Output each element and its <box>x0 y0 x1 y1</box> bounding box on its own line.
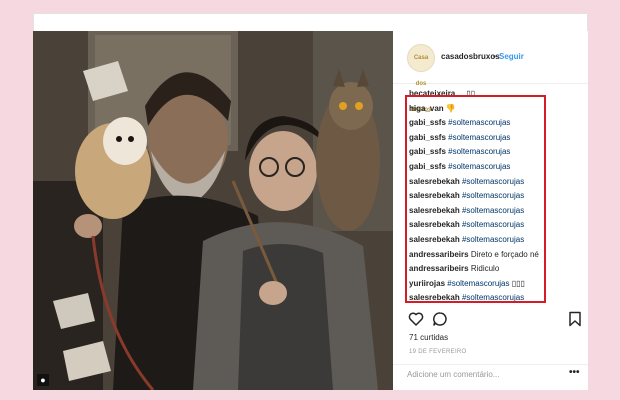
header-separator: • <box>493 52 496 61</box>
follow-button[interactable]: Seguir <box>499 52 524 61</box>
heart-icon[interactable] <box>408 311 424 327</box>
add-comment-input[interactable] <box>407 370 557 379</box>
post-date: 19 DE FEVEREIRO <box>409 349 467 355</box>
post-photo-illustration <box>33 31 393 390</box>
user-tag-icon[interactable]: ● <box>37 374 49 386</box>
more-options-button[interactable]: ••• <box>569 367 580 378</box>
bookmark-icon[interactable] <box>567 311 583 327</box>
comment-bubble-icon[interactable] <box>432 311 448 327</box>
post-username[interactable]: casadosbruxos <box>441 52 500 61</box>
action-bar <box>393 311 588 331</box>
post-header: Casa dos Bruxos casadosbruxos • Seguir <box>393 31 588 113</box>
highlight-annotation-box <box>405 95 546 303</box>
post-photo[interactable]: ● <box>33 31 393 390</box>
likes-count[interactable]: 71 curtidas <box>409 333 448 342</box>
divider <box>393 364 588 365</box>
avatar[interactable]: Casa dos Bruxos <box>407 44 435 113</box>
comments-panel: Casa dos Bruxos casadosbruxos • Seguir b… <box>393 31 588 390</box>
